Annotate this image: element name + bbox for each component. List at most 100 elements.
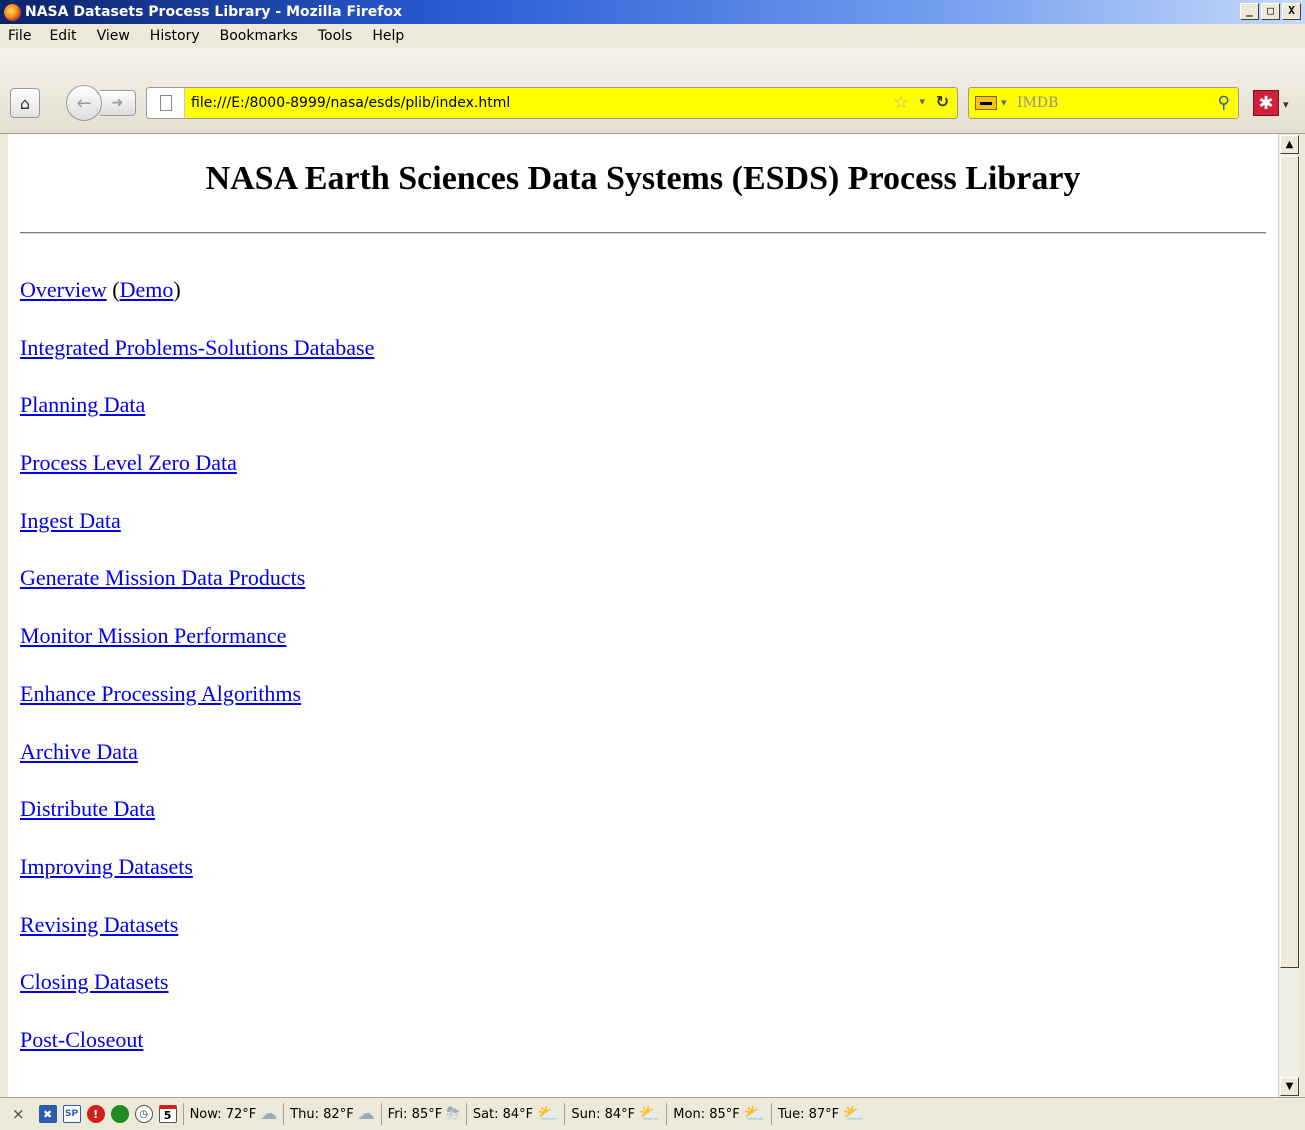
sp-icon[interactable]: SP (62, 1105, 81, 1123)
horizontal-rule (20, 232, 1266, 234)
link-distribute-data[interactable]: Distribute Data (20, 796, 155, 821)
alert-icon[interactable]: ! (86, 1105, 105, 1123)
link-process-level-zero-data[interactable]: Process Level Zero Data (20, 450, 237, 475)
list-item: Post-Closeout (20, 1026, 374, 1084)
link-improving-datasets[interactable]: Improving Datasets (20, 854, 193, 879)
partly-sunny-icon: ⛅ (537, 1104, 559, 1124)
link-closing-datasets[interactable]: Closing Datasets (20, 969, 169, 994)
reload-icon[interactable]: ↻ (936, 92, 949, 111)
addon-button[interactable]: ✱ (1253, 90, 1279, 116)
back-arrow-icon: ← (76, 92, 92, 114)
weather-label: Now: 72°F (189, 1106, 257, 1122)
page-icon (159, 95, 172, 111)
weather-sun[interactable]: Sun: 84°F ⛅ (564, 1103, 666, 1125)
list-item: Enhance Processing Algorithms (20, 680, 374, 738)
search-icon[interactable]: ⚲ (1218, 93, 1230, 113)
link-enhance-processing-algorithms[interactable]: Enhance Processing Algorithms (20, 681, 301, 706)
link-revising-datasets[interactable]: Revising Datasets (20, 912, 178, 937)
vertical-scrollbar[interactable]: ▲ ▼ (1278, 134, 1300, 1097)
menu-history[interactable]: History (150, 28, 200, 44)
bookmark-star-icon[interactable]: ☆ (893, 92, 909, 113)
page-content: NASA Earth Sciences Data Systems (ESDS) … (8, 134, 1278, 1097)
link-generate-mission-data-products[interactable]: Generate Mission Data Products (20, 565, 305, 590)
url-history-dropdown-icon[interactable]: ▾ (919, 95, 925, 108)
process-links-list: Overview (Demo) Integrated Problems-Solu… (20, 276, 374, 1084)
demo-link[interactable]: Demo (120, 277, 174, 302)
minimize-button[interactable]: _ (1240, 3, 1259, 20)
menu-view[interactable]: View (97, 28, 130, 44)
link-planning-data[interactable]: Planning Data (20, 392, 145, 417)
partly-sunny-icon: ⛅ (743, 1104, 765, 1124)
weather-fri[interactable]: Fri: 85°F ⛈ (380, 1103, 466, 1125)
list-item: Archive Data (20, 738, 374, 796)
storm-cloud-icon: ⛈ (446, 1104, 460, 1124)
clock-icon[interactable]: ◷ (134, 1105, 153, 1123)
menu-edit[interactable]: Edit (49, 28, 76, 44)
home-icon: ⌂ (19, 93, 31, 113)
addon-asterisk-icon: ✱ (1258, 92, 1274, 114)
engine-dropdown-icon[interactable]: ▾ (1001, 96, 1007, 109)
list-item: Integrated Problems-Solutions Database (20, 334, 374, 392)
forward-arrow-icon: ➜ (111, 95, 124, 111)
weather-tue[interactable]: Tue: 87°F ⛅ (770, 1103, 870, 1125)
list-item: Ingest Data (20, 507, 374, 565)
weather-thu[interactable]: Thu: 82°F ☁ (283, 1103, 380, 1125)
green-globe-icon[interactable] (110, 1105, 129, 1123)
scroll-down-button[interactable]: ▼ (1280, 1077, 1299, 1096)
list-item: Closing Datasets (20, 968, 374, 1026)
weather-label: Tue: 87°F (777, 1106, 840, 1122)
addon-dropdown-icon[interactable]: ▾ (1283, 98, 1289, 111)
firefox-icon (4, 3, 21, 21)
home-button[interactable]: ⌂ (10, 88, 40, 118)
link-integrated-problems-solutions-database[interactable]: Integrated Problems-Solutions Database (20, 335, 374, 360)
status-bar: × ✖ SP ! ◷ 5 Now: 72°F ☁ Thu: 82°F ☁ Fri… (0, 1097, 1305, 1130)
maximize-button[interactable]: □ (1261, 3, 1280, 20)
window-controls: _ □ X (1240, 3, 1301, 20)
weather-mon[interactable]: Mon: 85°F ⛅ (666, 1103, 771, 1125)
search-input[interactable]: IMDB (1017, 95, 1058, 111)
weather-now[interactable]: Now: 72°F ☁ (182, 1103, 284, 1125)
site-identity-button[interactable] (147, 88, 185, 118)
menu-help[interactable]: Help (372, 28, 404, 44)
list-item: Monitor Mission Performance (20, 622, 374, 680)
page-title: NASA Earth Sciences Data Systems (ESDS) … (205, 160, 1081, 197)
menu-file[interactable]: File (8, 28, 31, 44)
close-button[interactable]: X (1282, 3, 1301, 20)
search-bar[interactable]: ▾ IMDB ⚲ (968, 87, 1239, 119)
overview-link[interactable]: Overview (20, 277, 107, 302)
list-item: Improving Datasets (20, 853, 374, 911)
menu-tools[interactable]: Tools (318, 28, 353, 44)
cloud-icon: ☁ (260, 1104, 278, 1124)
calendar-icon[interactable]: 5 (158, 1105, 177, 1123)
weather-label: Fri: 85°F (387, 1106, 443, 1122)
url-bar[interactable]: file:///E:/8000-8999/nasa/esds/plib/inde… (146, 87, 958, 119)
partly-sunny-icon: ⛅ (843, 1104, 865, 1124)
menu-bar: File Edit View History Bookmarks Tools H… (0, 24, 1305, 48)
link-archive-data[interactable]: Archive Data (20, 739, 138, 764)
close-icon[interactable]: × (12, 1105, 25, 1123)
weather-label: Sun: 84°F (571, 1106, 636, 1122)
url-text[interactable]: file:///E:/8000-8999/nasa/esds/plib/inde… (191, 95, 510, 111)
forward-button[interactable]: ➜ (100, 90, 136, 116)
link-post-closeout[interactable]: Post-Closeout (20, 1027, 143, 1052)
rain-cloud-icon: ☁ (357, 1104, 375, 1124)
list-item: Planning Data (20, 391, 374, 449)
imdb-engine-icon[interactable] (975, 96, 997, 110)
weather-label: Thu: 82°F (290, 1106, 354, 1122)
xmarks-icon[interactable]: ✖ (38, 1105, 57, 1123)
list-item: Process Level Zero Data (20, 449, 374, 507)
weather-sat[interactable]: Sat: 84°F ⛅ (465, 1103, 565, 1125)
back-button[interactable]: ← (66, 85, 102, 121)
link-ingest-data[interactable]: Ingest Data (20, 508, 121, 533)
list-item: Generate Mission Data Products (20, 564, 374, 622)
list-item: Revising Datasets (20, 911, 374, 969)
navigation-toolbar: ⌂ ➜ ← file:///E:/8000-8999/nasa/esds/pli… (0, 48, 1305, 134)
scroll-up-button[interactable]: ▲ (1280, 135, 1299, 154)
list-item: Distribute Data (20, 795, 374, 853)
scroll-thumb[interactable] (1280, 156, 1299, 968)
menu-bookmarks[interactable]: Bookmarks (220, 28, 298, 44)
link-monitor-mission-performance[interactable]: Monitor Mission Performance (20, 623, 286, 648)
window-titlebar[interactable]: NASA Datasets Process Library - Mozilla … (0, 0, 1305, 24)
partly-sunny-icon: ⛅ (639, 1104, 661, 1124)
weather-label: Mon: 85°F (673, 1106, 740, 1122)
